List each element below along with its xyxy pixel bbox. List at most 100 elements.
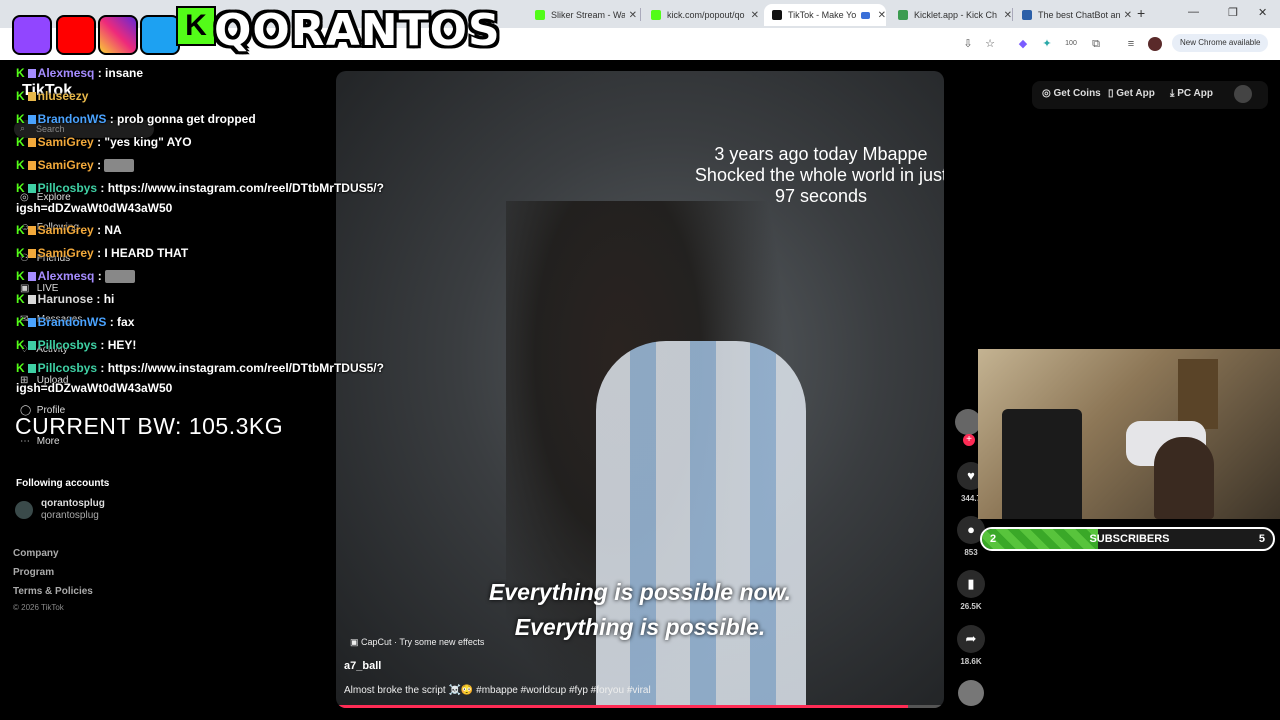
chat-message: igsh=dDZwaWt0dW43aW50 (16, 381, 172, 395)
kick-badge-icon: K (16, 338, 25, 352)
video-author[interactable]: a7_ball (344, 660, 381, 672)
chat-badge-icon (27, 226, 36, 235)
tab-title: Kicklet.app - Kick Ch (914, 10, 998, 20)
tab-close-icon[interactable]: ✕ (878, 10, 886, 21)
chat-overlay: K Alexmesq : insane Knluseezy K BrandonWS :… (0, 0, 384, 420)
extension-icon[interactable]: ✦ (1040, 37, 1054, 51)
kick-badge-icon: K (16, 361, 25, 375)
chat-badge-icon (27, 318, 36, 327)
install-app-icon[interactable]: ⇩ (961, 37, 975, 51)
pc-app-label: PC App (1177, 88, 1213, 99)
chat-badge-icon (27, 364, 36, 373)
tab-close-icon[interactable]: ✕ (629, 10, 637, 21)
tiktok-favicon-icon (772, 10, 782, 20)
browser-tab[interactable]: The best ChatBot an ✕ (1014, 4, 1132, 26)
footer-link-company[interactable]: Company (13, 548, 59, 559)
browser-tab[interactable]: Sliker Stream - Watch ✕ (527, 4, 637, 26)
chat-message: K Pillcosbys : HEY! (16, 338, 136, 352)
kick-badge-icon: K (16, 223, 25, 237)
chat-text: : (97, 269, 102, 283)
footer-link-program[interactable]: Program (13, 567, 54, 578)
chat-emote-image (105, 270, 136, 284)
chat-message: igsh=dDZwaWt0dW43aW50 (16, 201, 172, 215)
chat-username: Pillcosbys (37, 361, 98, 375)
body-weight-label: CURRENT BW: 105.3KG (15, 413, 284, 439)
bookmark-icon: ▮ (957, 570, 985, 598)
chat-badge-icon (27, 295, 36, 304)
maximize-icon[interactable]: ❐ (1228, 6, 1238, 19)
kick-badge-icon: K (16, 269, 25, 283)
kick-badge-icon: K (16, 66, 25, 80)
chat-username: Pillcosbys (37, 338, 98, 352)
reading-list-icon[interactable]: ≡ (1124, 37, 1138, 51)
save-button[interactable]: ▮ 26.5K (956, 570, 986, 611)
avatar[interactable] (15, 501, 33, 519)
extension-icon[interactable]: ◆ (1016, 37, 1030, 51)
get-app-button[interactable]: ▯ Get App (1108, 88, 1155, 99)
video-progress-bar[interactable] (336, 705, 944, 708)
jersey-shape (596, 341, 806, 708)
chat-username: BrandonWS (37, 112, 107, 126)
get-coins-button[interactable]: ◎ Get Coins (1042, 88, 1101, 99)
tab-close-icon[interactable]: ✕ (751, 10, 759, 21)
chat-message: K Pillcosbys : https://www.instagram.com/… (16, 181, 384, 195)
browser-tab[interactable]: kick.com/popout/qo ✕ (643, 4, 759, 26)
chat-text: : insane (97, 66, 144, 80)
profile-avatar[interactable] (1148, 37, 1162, 51)
tab-title: The best ChatBot an (1038, 10, 1120, 20)
footer-link-terms[interactable]: Terms & Policies (13, 586, 93, 597)
get-app-label: Get App (1116, 88, 1155, 99)
video-player[interactable]: 3 years ago today Mbappe Shocked the who… (336, 71, 944, 708)
chat-username: SamiGrey (37, 246, 94, 260)
kick-badge-icon: K (16, 89, 25, 103)
chat-text: : prob gonna get dropped (109, 112, 256, 126)
video-subtitle-line-1: Everything is possible now. (488, 579, 792, 605)
extension-badge[interactable]: 100 (1064, 37, 1078, 51)
browser-tab-active[interactable]: TikTok - Make Yo ✕ (764, 4, 886, 26)
music-disc-avatar[interactable] (958, 680, 984, 706)
kicklet-favicon-icon (898, 10, 908, 20)
following-accounts-title: Following accounts (16, 478, 110, 489)
following-account-name[interactable]: qorantosplug (41, 498, 105, 509)
copyright: © 2026 TikTok (13, 603, 64, 612)
capcut-tag[interactable]: ▣ CapCut · Try some new effects (350, 637, 484, 648)
pc-app-button[interactable]: ⤓ PC App (1170, 88, 1213, 99)
chat-message: K BrandonWS : fax (16, 315, 134, 329)
chat-message: K Alexmesq : insane (16, 66, 143, 80)
chat-username: Harunose (37, 292, 94, 306)
new-tab-icon[interactable]: + (1137, 5, 1145, 21)
tab-title: TikTok - Make Yo (788, 10, 857, 20)
chat-message: K Pillcosbys : https://www.instagram.com/… (16, 361, 384, 375)
chat-text: : I HEARD THAT (97, 246, 189, 260)
video-caption-top: 3 years ago today Mbappe Shocked the who… (694, 144, 944, 206)
extensions-puzzle-icon[interactable]: ⧉ (1089, 37, 1103, 51)
close-window-icon[interactable]: ✕ (1258, 6, 1267, 19)
chatbot-favicon-icon (1022, 10, 1032, 20)
bookmark-star-icon[interactable]: ☆ (983, 37, 997, 51)
kick-badge-icon: K (16, 315, 25, 329)
subscriber-goal-bar: 2 SUBSCRIBERS 5 (980, 527, 1275, 551)
follow-plus-icon[interactable]: + (963, 434, 975, 446)
minimize-icon[interactable]: — (1188, 6, 1199, 18)
chat-message: K SamiGrey : "yes king" AYO (16, 135, 192, 149)
chat-username: SamiGrey (37, 158, 94, 172)
tab-close-icon[interactable]: ✕ (1004, 10, 1012, 21)
chat-text: : NA (97, 223, 122, 237)
browser-tab[interactable]: Kicklet.app - Kick Ch ✕ (890, 4, 1012, 26)
chat-badge-icon (27, 184, 36, 193)
video-description: Almost broke the script ☠️😳 #mbappe #wor… (344, 685, 651, 696)
capcut-label: CapCut · Try some new effects (361, 637, 485, 647)
user-avatar[interactable] (1234, 85, 1252, 103)
chat-badge-icon (27, 69, 36, 78)
coin-icon: ◎ (1042, 88, 1054, 99)
subscriber-goal-label: SUBSCRIBERS (1089, 533, 1170, 545)
tab-close-icon[interactable]: ✕ (1124, 10, 1132, 21)
chat-username: Alexmesq (37, 269, 95, 283)
kick-favicon-icon (651, 10, 661, 20)
chat-message: K SamiGrey : (16, 158, 135, 173)
new-chrome-available-button[interactable]: New Chrome available (1172, 34, 1269, 52)
chat-username: SamiGrey (37, 135, 94, 149)
share-button[interactable]: ➦ 18.6K (956, 625, 986, 666)
chat-username: Alexmesq (37, 66, 95, 80)
following-account-handle: qorantosplug (41, 510, 99, 521)
